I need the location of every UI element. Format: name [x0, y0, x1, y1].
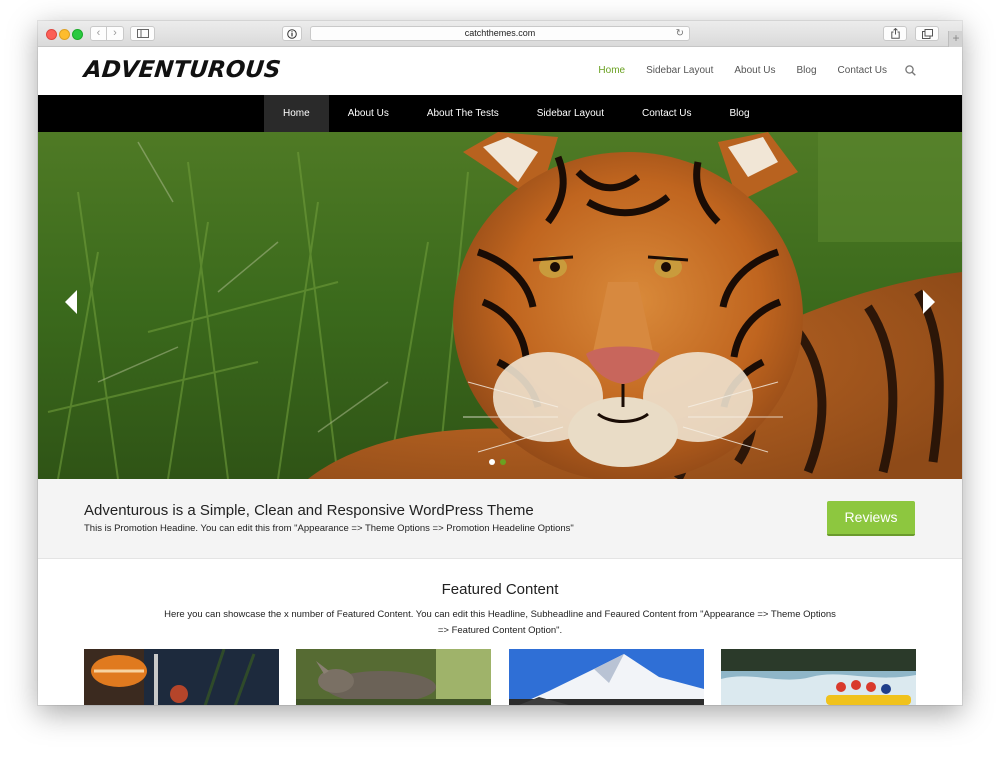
main-menu-items: Home About Us About The Tests Sidebar La… [264, 95, 769, 132]
menu-item-about-the-tests[interactable]: About The Tests [408, 95, 518, 132]
search-icon[interactable] [905, 65, 916, 76]
featured-description: Here you can showcase the x number of Fe… [158, 607, 842, 639]
featured-thumb-rhino[interactable] [296, 649, 491, 705]
slider-next-arrow[interactable] [921, 288, 937, 316]
privacy-report-button[interactable] [282, 26, 302, 41]
slide-image-tiger [38, 132, 962, 479]
top-nav-about-us[interactable]: About Us [734, 65, 775, 76]
rafting-image [721, 649, 916, 705]
url-text: catchthemes.com [464, 28, 536, 38]
site-header: ADVENTUROUS Home Sidebar Layout About Us… [38, 47, 962, 95]
main-menu: Home About Us About The Tests Sidebar La… [38, 95, 962, 132]
promotion-headline: Adventurous is a Simple, Clean and Respo… [38, 479, 962, 559]
promotion-title: Adventurous is a Simple, Clean and Respo… [84, 502, 534, 519]
info-icon [287, 28, 297, 39]
climbing-image [84, 649, 279, 705]
menu-item-sidebar-layout[interactable]: Sidebar Layout [518, 95, 623, 132]
top-navigation: Home Sidebar Layout About Us Blog Contac… [577, 65, 916, 76]
minimize-window-button[interactable] [59, 29, 70, 40]
slider-dot-1[interactable] [489, 459, 495, 465]
menu-item-contact-us[interactable]: Contact Us [623, 95, 710, 132]
featured-thumb-rafting[interactable] [721, 649, 916, 705]
browser-window: ‹ › catchthemes.com ↻ + ADVENTUROUS Home… [38, 21, 962, 705]
top-nav-sidebar-layout[interactable]: Sidebar Layout [646, 65, 713, 76]
mountain-image [509, 649, 704, 705]
promotion-subtitle: This is Promotion Headine. You can edit … [84, 523, 574, 534]
chevron-right-icon: › [113, 27, 117, 39]
featured-thumb-mountain[interactable] [509, 649, 704, 705]
top-nav-contact-us[interactable]: Contact Us [838, 65, 887, 76]
featured-title: Featured Content [441, 581, 559, 598]
sidebar-icon [136, 29, 149, 38]
featured-content: Featured Content Here you can showcase t… [38, 559, 962, 705]
share-button[interactable] [883, 26, 907, 41]
menu-item-blog[interactable]: Blog [710, 95, 768, 132]
tabs-icon [921, 28, 933, 39]
forward-button[interactable]: › [107, 26, 124, 41]
menu-item-about-us[interactable]: About Us [329, 95, 408, 132]
new-tab-button[interactable]: + [948, 31, 962, 47]
address-bar[interactable]: catchthemes.com ↻ [310, 26, 690, 41]
top-nav-blog[interactable]: Blog [797, 65, 817, 76]
featured-description-line-1: Here you can showcase the x number of Fe… [164, 609, 836, 620]
back-button[interactable]: ‹ [90, 26, 107, 41]
slider-prev-arrow[interactable] [63, 288, 79, 316]
rhino-image [296, 649, 491, 705]
close-window-button[interactable] [46, 29, 57, 40]
slider-pagination [489, 459, 511, 465]
hero-slider [38, 132, 962, 479]
tab-overview-button[interactable] [915, 26, 939, 41]
top-nav-home[interactable]: Home [598, 65, 625, 76]
featured-thumb-climbing[interactable] [84, 649, 279, 705]
browser-toolbar: ‹ › catchthemes.com ↻ + [38, 21, 962, 47]
share-icon [890, 27, 900, 39]
chevron-left-icon: ‹ [96, 27, 101, 39]
menu-item-home[interactable]: Home [264, 95, 329, 132]
reviews-button[interactable]: Reviews [827, 501, 915, 536]
slider-dot-2[interactable] [500, 459, 506, 465]
featured-description-line-2: => Featured Content Option". [437, 625, 563, 636]
reload-icon[interactable]: ↻ [676, 27, 684, 40]
sidebar-toggle-button[interactable] [130, 26, 155, 41]
zoom-window-button[interactable] [72, 29, 83, 40]
site-logo[interactable]: ADVENTUROUS [83, 57, 282, 83]
